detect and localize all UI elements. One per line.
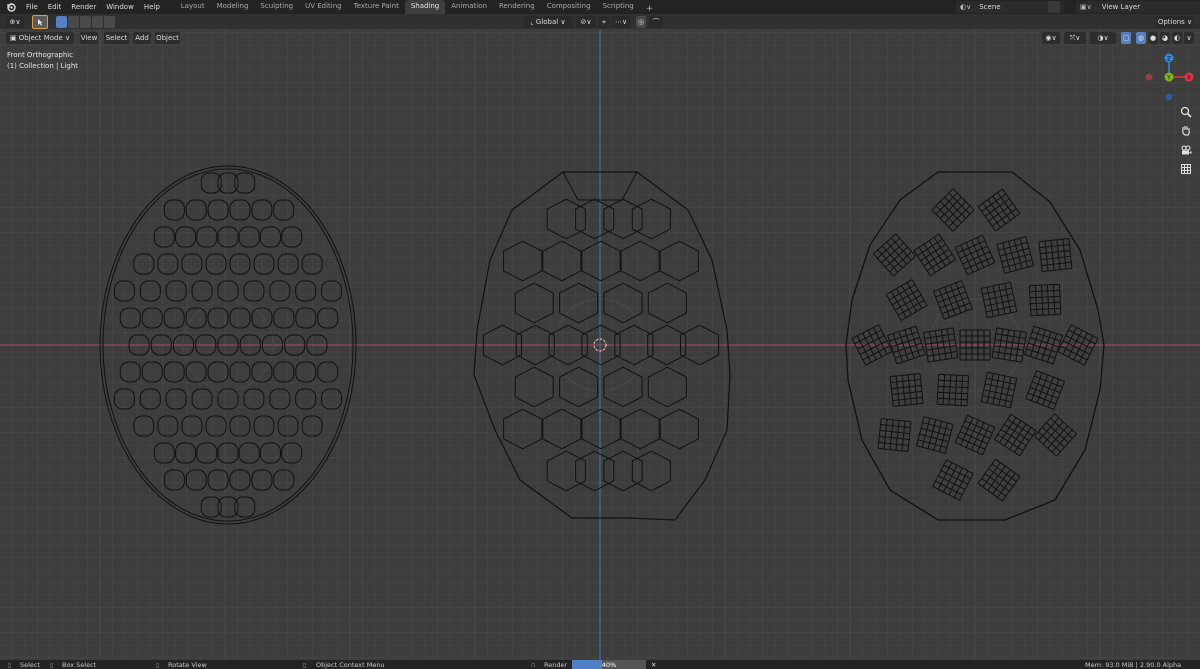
cursor-tool-icon[interactable] [32, 15, 48, 29]
gizmo-x-label: X [1187, 75, 1191, 82]
tab-layout[interactable]: Layout [175, 0, 211, 14]
select-mode-subtract-button[interactable] [80, 16, 91, 28]
shading-solid-button[interactable]: ● [1148, 32, 1158, 44]
snap-toggle[interactable]: ⌖ [599, 16, 609, 28]
menu-render[interactable]: Render [66, 3, 101, 11]
tab-compositing[interactable]: Compositing [541, 0, 597, 14]
shading-rendered-button[interactable]: ◐ [1172, 32, 1182, 44]
view-layer-selector[interactable]: ▣∨ View Layer [1076, 1, 1200, 13]
tab-rendering[interactable]: Rendering [493, 0, 541, 14]
orientation-value: Global [535, 18, 559, 26]
mouse-middle-icon: ▯ [156, 661, 160, 669]
mode-select[interactable]: ▣ Object Mode ∨ [6, 32, 74, 44]
tab-shading[interactable]: Shading [404, 0, 446, 14]
cancel-render-icon[interactable]: ✕ [651, 661, 656, 669]
render-progress-text: 40% [601, 661, 617, 669]
status-select: Select [20, 661, 41, 669]
status-box-select: Box Select [62, 661, 97, 669]
menu-file[interactable]: File [21, 3, 43, 11]
new-scene-button[interactable] [1048, 1, 1060, 13]
zoom-icon[interactable] [1178, 104, 1194, 120]
menu-window[interactable]: Window [101, 3, 139, 11]
shading-wireframe-button[interactable]: ◍ [1136, 32, 1146, 44]
visibility-select[interactable]: ◉∨ [1042, 32, 1060, 44]
menu-edit[interactable]: Edit [43, 3, 67, 11]
render-icon: ▫ [531, 661, 536, 669]
scene-icon: ◐∨ [960, 3, 972, 11]
status-context-menu: Object Context Menu [316, 661, 385, 669]
pivot-point-select[interactable]: ⊘∨ [576, 16, 596, 28]
status-rotate-view: Rotate View [168, 661, 207, 669]
top-bar: File Edit Render Window Help Layout Mode… [0, 0, 1200, 14]
3d-viewport[interactable]: Front Orthographic (1) Collection | Ligh… [0, 30, 1200, 660]
xray-toggle[interactable]: ▢ [1121, 32, 1131, 44]
hand-pan-icon[interactable] [1178, 122, 1194, 138]
object-mode-icon: ▣ [9, 34, 19, 42]
mouse-right-icon: ▯ [303, 661, 307, 669]
tool-header: ⊕∨ ⌞ Global ∨ ⊘∨ ⌖ ⋯∨ ◎ ⌒ Options ∨ [0, 14, 1200, 29]
transform-orientation-select[interactable]: ⌞ Global ∨ [523, 16, 573, 28]
options-button[interactable]: Options ∨ [1157, 16, 1193, 28]
tab-animation[interactable]: Animation [445, 0, 493, 14]
status-render-label: Render [544, 661, 568, 669]
gizmo-z-label: Z [1167, 56, 1171, 63]
status-memory: Mem: 93.0 MiB | 2.90.0 Alpha [1085, 661, 1182, 669]
menu-object[interactable]: Object [155, 32, 180, 44]
gizmo-y-label: Y [1166, 75, 1171, 82]
status-bar: ▯ Select ▯ Box Select ▯ Rotate View ▯ Ob… [0, 660, 1200, 669]
view-layer-icon: ▣∨ [1080, 3, 1092, 11]
select-mode-new-button[interactable] [56, 16, 67, 28]
select-mode-invert-button[interactable] [92, 16, 103, 28]
select-mode-intersect-button[interactable] [104, 16, 115, 28]
menu-view[interactable]: View [80, 32, 98, 44]
shading-material-button[interactable]: ◕ [1160, 32, 1170, 44]
menu-add[interactable]: Add [133, 32, 151, 44]
tab-sculpting[interactable]: Sculpting [254, 0, 299, 14]
gizmo-neg-z[interactable] [1165, 93, 1173, 101]
gizmo-neg-x[interactable] [1145, 73, 1153, 81]
proportional-edit-toggle[interactable]: ◎ [636, 16, 646, 28]
tab-scripting[interactable]: Scripting [597, 0, 640, 14]
collection-info-label: (1) Collection | Light [7, 62, 79, 70]
mouse-left-icon: ▯ [8, 661, 12, 669]
render-progress-bar: 40% [572, 660, 646, 669]
workspace-tabs: Layout Modeling Sculpting UV Editing Tex… [175, 0, 659, 14]
overlays-toggle[interactable]: ◑∨ [1090, 32, 1116, 44]
tab-texture-paint[interactable]: Texture Paint [348, 0, 405, 14]
viewport-canvas[interactable] [0, 30, 1200, 660]
shading-options-button[interactable]: ∨ [1184, 32, 1194, 44]
select-mode-extend-button[interactable] [68, 16, 79, 28]
mode-value: Object Mode [18, 34, 63, 42]
editor-type-button[interactable]: ⊕∨ [6, 16, 24, 28]
camera-icon[interactable] [1178, 142, 1194, 158]
menu-select[interactable]: Select [104, 32, 129, 44]
tab-uv-editing[interactable]: UV Editing [299, 0, 348, 14]
view-name-label: Front Orthographic [7, 51, 74, 59]
viewport-header: ▣ Object Mode ∨ View Select Add Object ◉… [0, 30, 1200, 46]
snap-target-select[interactable]: ⋯∨ [611, 16, 631, 28]
blender-logo-icon[interactable] [4, 0, 18, 14]
options-label: Options [1157, 18, 1185, 26]
tab-modeling[interactable]: Modeling [211, 0, 255, 14]
menu-help[interactable]: Help [139, 3, 165, 11]
grid-icon[interactable] [1178, 161, 1194, 177]
add-workspace-button[interactable]: + [640, 4, 660, 14]
view-layer-name: View Layer [1101, 3, 1141, 11]
gizmo-toggle[interactable]: ⤧∨ [1064, 32, 1086, 44]
proportional-falloff-select[interactable]: ⌒ [649, 16, 663, 28]
scene-name: Scene [979, 3, 1001, 11]
mouse-left-drag-icon: ▯ [50, 661, 54, 669]
